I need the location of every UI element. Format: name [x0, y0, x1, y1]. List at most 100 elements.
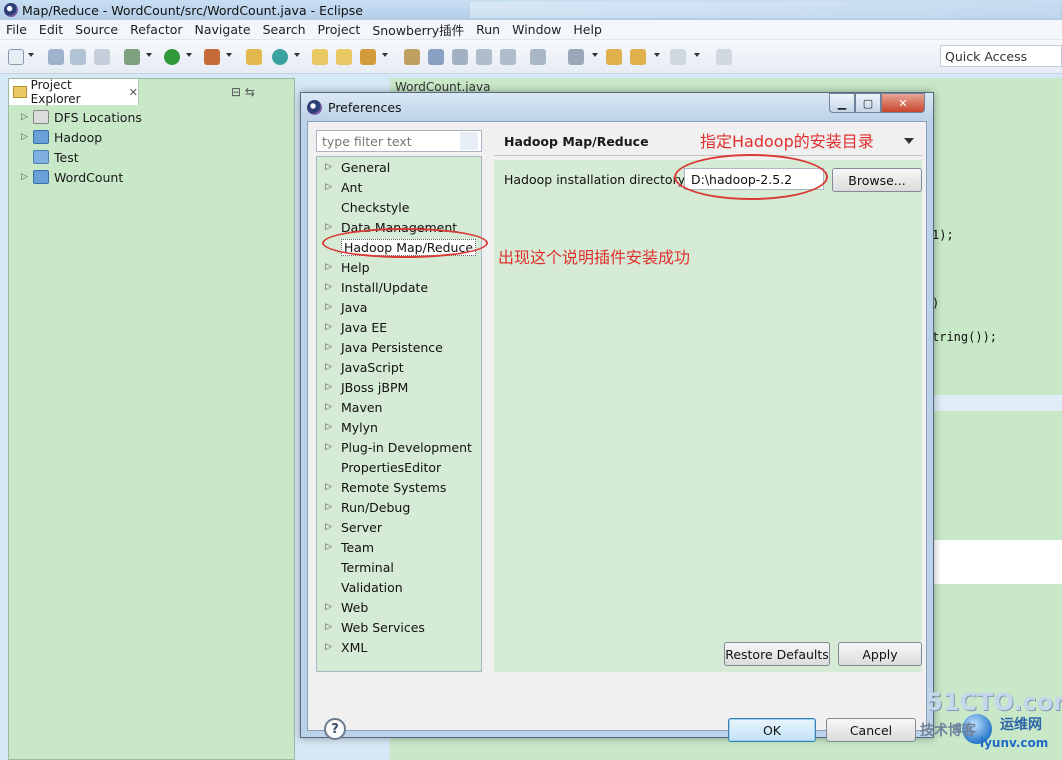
expand-icon[interactable]: ▷	[325, 362, 341, 372]
expand-icon[interactable]: ▷	[325, 162, 341, 172]
tree-item-javascript[interactable]: ▷ JavaScript	[317, 357, 481, 377]
close-button[interactable]: ✕	[881, 93, 925, 113]
tree-item-java-persistence[interactable]: ▷ Java Persistence	[317, 337, 481, 357]
menu-search[interactable]: Search	[263, 22, 306, 37]
expand-icon[interactable]: ▷	[325, 222, 341, 232]
tree-item-validation[interactable]: Validation	[317, 577, 481, 597]
tree-item-web[interactable]: ▷ Web	[317, 597, 481, 617]
clear-filter-icon[interactable]	[460, 132, 478, 150]
expand-icon[interactable]: ▷	[325, 402, 341, 412]
tree-item-wordcount[interactable]: ▷ WordCount	[9, 167, 296, 187]
tree-item-plugin-development[interactable]: ▷ Plug-in Development	[317, 437, 481, 457]
menu-snowberry[interactable]: Snowberry插件	[372, 20, 464, 39]
tree-item-java[interactable]: ▷ Java	[317, 297, 481, 317]
dialog-titlebar[interactable]: Preferences ▁ ▢ ✕	[301, 93, 933, 121]
debug-dropdown-icon[interactable]	[146, 53, 152, 57]
tree-item-test[interactable]: Test	[9, 147, 296, 167]
expand-icon[interactable]: ▷	[325, 342, 341, 352]
tree-item-install-update[interactable]: ▷ Install/Update	[317, 277, 481, 297]
tree-item-dfs-locations[interactable]: ▷ DFS Locations	[9, 107, 296, 127]
show-whitespace-icon[interactable]	[476, 49, 492, 65]
ok-button[interactable]: OK	[728, 718, 816, 742]
back-dropdown-icon[interactable]	[654, 53, 660, 57]
close-icon[interactable]: ✕	[129, 86, 138, 99]
external-tools-icon[interactable]	[204, 49, 220, 65]
paragraph-icon[interactable]	[500, 49, 516, 65]
help-icon[interactable]: ?	[324, 718, 346, 740]
tree-item-terminal[interactable]: Terminal	[317, 557, 481, 577]
expand-icon[interactable]: ▷	[325, 482, 341, 492]
tree-item-mylyn[interactable]: ▷ Mylyn	[317, 417, 481, 437]
open-folder-icon[interactable]	[336, 49, 352, 65]
next-annotation-icon[interactable]	[530, 49, 546, 65]
expand-icon[interactable]: ▷	[325, 602, 341, 612]
menu-file[interactable]: File	[6, 22, 27, 37]
tree-item-hadoop[interactable]: ▷ Hadoop	[9, 127, 296, 147]
new-class-dropdown-icon[interactable]	[294, 53, 300, 57]
project-explorer-tab[interactable]: Project Explorer ✕	[9, 78, 139, 106]
search-dropdown-icon[interactable]	[382, 53, 388, 57]
collapse-all-icon[interactable]: ⊟ ⇆	[231, 85, 255, 99]
menu-edit[interactable]: Edit	[39, 22, 63, 37]
expand-icon[interactable]: ▷	[21, 132, 33, 142]
menu-refactor[interactable]: Refactor	[130, 22, 182, 37]
annotation-icon[interactable]	[404, 49, 420, 65]
pin-editor-icon[interactable]	[716, 49, 732, 65]
expand-icon[interactable]: ▷	[325, 542, 341, 552]
menu-window[interactable]: Window	[512, 22, 561, 37]
search-tool-icon[interactable]	[360, 49, 376, 65]
menu-run[interactable]: Run	[476, 22, 500, 37]
expand-icon[interactable]: ▷	[325, 522, 341, 532]
browse-button[interactable]: Browse...	[832, 168, 922, 192]
filter-input[interactable]: type filter text	[316, 130, 482, 152]
menu-source[interactable]: Source	[75, 22, 118, 37]
tree-item-properties-editor[interactable]: PropertiesEditor	[317, 457, 481, 477]
menu-navigate[interactable]: Navigate	[195, 22, 251, 37]
expand-icon[interactable]: ▷	[325, 282, 341, 292]
tree-item-run-debug[interactable]: ▷ Run/Debug	[317, 497, 481, 517]
run-icon[interactable]	[164, 49, 180, 65]
restore-defaults-button[interactable]: Restore Defaults	[724, 642, 830, 666]
last-edit-icon[interactable]	[606, 49, 622, 65]
expand-icon[interactable]: ▷	[325, 622, 341, 632]
expand-icon[interactable]: ▷	[325, 502, 341, 512]
expand-icon[interactable]: ▷	[325, 642, 341, 652]
expand-icon[interactable]: ▷	[325, 302, 341, 312]
expand-icon[interactable]: ▷	[21, 112, 33, 122]
menu-project[interactable]: Project	[318, 22, 361, 37]
expand-icon[interactable]: ▷	[325, 262, 341, 272]
save-icon[interactable]	[48, 49, 64, 65]
tree-item-maven[interactable]: ▷ Maven	[317, 397, 481, 417]
prev-annotation-icon[interactable]	[568, 49, 584, 65]
prev-annotation-dropdown-icon[interactable]	[592, 53, 598, 57]
tree-item-general[interactable]: ▷ General	[317, 157, 481, 177]
new-icon[interactable]	[8, 49, 24, 65]
back-icon[interactable]	[630, 49, 646, 65]
new-class-icon[interactable]	[272, 49, 288, 65]
external-tools-dropdown-icon[interactable]	[226, 53, 232, 57]
quick-access-input[interactable]: Quick Access	[940, 45, 1062, 67]
tree-item-web-services[interactable]: ▷ Web Services	[317, 617, 481, 637]
expand-icon[interactable]: ▷	[325, 182, 341, 192]
expand-icon[interactable]: ▷	[325, 322, 341, 332]
tree-item-ant[interactable]: ▷ Ant	[317, 177, 481, 197]
forward-dropdown-icon[interactable]	[694, 53, 700, 57]
tree-item-server[interactable]: ▷ Server	[317, 517, 481, 537]
print-icon[interactable]	[94, 49, 110, 65]
forward-icon[interactable]	[670, 49, 686, 65]
new-dropdown-icon[interactable]	[28, 53, 34, 57]
expand-icon[interactable]: ▷	[21, 172, 33, 182]
debug-icon[interactable]	[124, 49, 140, 65]
apply-button[interactable]: Apply	[838, 642, 922, 666]
minimize-button[interactable]: ▁	[829, 93, 855, 113]
expand-icon[interactable]: ▷	[325, 442, 341, 452]
toggle-mark-icon[interactable]	[428, 49, 444, 65]
maximize-button[interactable]: ▢	[855, 93, 881, 113]
expand-icon[interactable]: ▷	[325, 422, 341, 432]
block-selection-icon[interactable]	[452, 49, 468, 65]
open-type-icon[interactable]	[312, 49, 328, 65]
cancel-button[interactable]: Cancel	[826, 718, 916, 742]
tree-item-xml[interactable]: ▷ XML	[317, 637, 481, 657]
tree-item-team[interactable]: ▷ Team	[317, 537, 481, 557]
view-menu-icon[interactable]	[904, 138, 914, 144]
